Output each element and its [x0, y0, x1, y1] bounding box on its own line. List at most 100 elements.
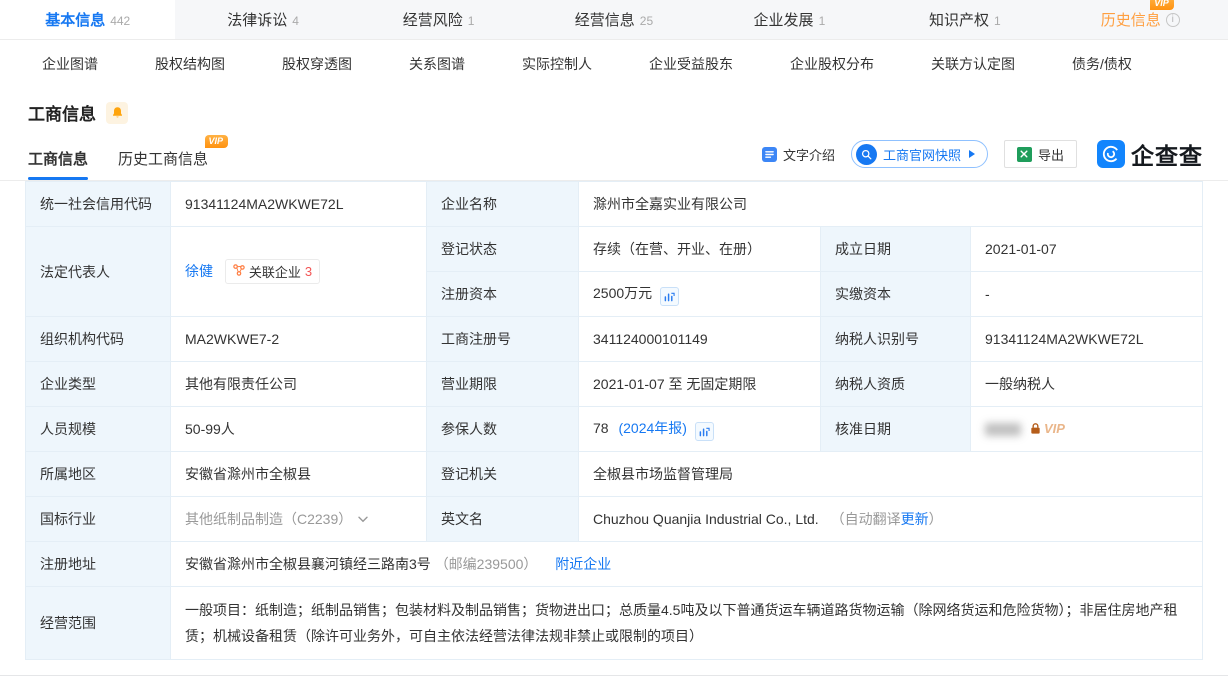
nav-beneficial-shareholder[interactable]: 企业受益股东 — [649, 54, 733, 74]
tab-legal-litigation[interactable]: 法律诉讼 4 — [175, 0, 350, 39]
blurred-value — [985, 422, 1021, 436]
field-value: 徐健 关联企业 3 — [170, 226, 427, 317]
field-label: 实缴资本 — [820, 271, 971, 317]
subtab-label: 历史工商信息 — [118, 151, 209, 168]
tab-operation-info[interactable]: 经营信息 25 — [526, 0, 701, 39]
field-value: 其他纸制品制造（C2239） — [170, 496, 427, 542]
tab-basic-info[interactable]: 基本信息 442 — [0, 0, 176, 39]
snapshot-magnifier-icon — [855, 143, 877, 165]
nav-equity-distribution[interactable]: 企业股权分布 — [790, 54, 874, 74]
table-row: 国标行业 其他纸制品制造（C2239） 英文名 Chuzhou Quanjia … — [25, 496, 1203, 542]
field-label: 经营范围 — [25, 586, 171, 660]
vip-badge: VIP — [1150, 0, 1174, 10]
bell-icon[interactable] — [106, 101, 128, 124]
related-companies-badge[interactable]: 关联企业 3 — [224, 259, 321, 284]
subtab-business-info[interactable]: 工商信息 — [28, 148, 89, 180]
tab-count: 1 — [818, 13, 826, 28]
field-label: 所属地区 — [25, 451, 171, 497]
table-row: 企业类型 其他有限责任公司 营业期限 2021-01-07 至 无固定期限 纳税… — [25, 361, 1203, 407]
field-value-locked[interactable]: VIP — [970, 406, 1203, 452]
official-snapshot-button[interactable]: 工商官网快照 — [850, 140, 988, 168]
table-row: 法定代表人 徐健 关联企业 3 登记状态 存续（在营、开业、在册） 成立日期 2… — [25, 226, 1203, 317]
graph-nav: 企业图谱 股权结构图 股权穿透图 关系图谱 实际控制人 企业受益股东 企业股权分… — [0, 40, 1228, 88]
field-value: 2021-01-07 至 无固定期限 — [578, 361, 821, 407]
tab-label: 法律诉讼 — [227, 12, 288, 29]
tab-label: 经营信息 — [574, 12, 635, 29]
tab-label: 知识产权 — [928, 12, 989, 29]
tab-count: 4 — [292, 13, 299, 28]
vip-locked-label: VIP — [1044, 421, 1065, 436]
export-button[interactable]: 导出 — [1003, 140, 1077, 168]
field-label: 成立日期 — [820, 226, 971, 272]
field-value: 存续（在营、开业、在册） — [578, 226, 821, 272]
table-row: 注册地址 安徽省滁州市全椒县襄河镇经三路南3号 （邮编239500） 附近企业 — [25, 541, 1203, 587]
field-value: 一般项目：纸制造；纸制品销售；包装材料及制品销售；货物进出口；总质量4.5吨及以… — [170, 586, 1203, 660]
related-count: 3 — [304, 264, 313, 279]
nav-relationship-graph[interactable]: 关系图谱 — [409, 54, 465, 74]
qichacha-logo: 企查查 — [1097, 137, 1203, 171]
field-label: 法定代表人 — [25, 226, 171, 317]
annual-report-link[interactable]: (2024年报) — [618, 420, 686, 436]
subtab-history-business-info[interactable]: VIP 历史工商信息 — [118, 135, 229, 180]
tab-count: 442 — [110, 13, 131, 28]
table-row: 统一社会信用代码 91341124MA2WKWE72L 企业名称 滁州市全嘉实业… — [25, 181, 1203, 227]
info-icon: i — [1165, 12, 1180, 27]
tab-history-info[interactable]: VIP 历史信息 i — [1053, 0, 1228, 39]
field-label: 注册地址 — [25, 541, 171, 587]
field-value: 78 (2024年报) — [578, 406, 821, 452]
field-value: 2021-01-07 — [970, 226, 1203, 272]
field-value: 2500万元 — [578, 271, 821, 317]
related-companies-icon — [233, 264, 245, 279]
tab-company-development[interactable]: 企业发展 1 — [702, 0, 877, 39]
nav-actual-controller[interactable]: 实际控制人 — [522, 54, 592, 74]
field-label: 统一社会信用代码 — [25, 181, 171, 227]
arrow-right-icon — [968, 150, 975, 158]
field-value: 滁州市全嘉实业有限公司 — [578, 181, 1203, 227]
tab-label: 基本信息 — [45, 12, 106, 29]
field-value: 其他有限责任公司 — [170, 361, 427, 407]
field-label: 纳税人识别号 — [820, 316, 971, 362]
tab-count: 25 — [639, 13, 654, 28]
tab-operation-risk[interactable]: 经营风险 1 — [351, 0, 526, 39]
field-value: 全椒县市场监督管理局 — [578, 451, 1203, 497]
field-label: 纳税人资质 — [820, 361, 971, 407]
field-label: 企业类型 — [25, 361, 171, 407]
field-value: 50-99人 — [170, 406, 427, 452]
legal-rep-link[interactable]: 徐健 — [185, 263, 213, 279]
nav-company-graph[interactable]: 企业图谱 — [42, 54, 98, 74]
table-row: 组织机构代码 MA2WKWE7-2 工商注册号 341124000101149 … — [25, 316, 1203, 362]
table-row: 所属地区 安徽省滁州市全椒县 登记机关 全椒县市场监督管理局 — [25, 451, 1203, 497]
field-label: 人员规模 — [25, 406, 171, 452]
qichacha-logo-icon — [1097, 140, 1125, 168]
subtab-label: 工商信息 — [28, 151, 89, 168]
tab-intellectual-property[interactable]: 知识产权 1 — [877, 0, 1052, 39]
field-label: 登记状态 — [426, 226, 579, 272]
field-value: 安徽省滁州市全椒县 — [170, 451, 427, 497]
table-row: 经营范围 一般项目：纸制造；纸制品销售；包装材料及制品销售；货物进出口；总质量4… — [25, 586, 1203, 660]
capital-trend-chart-icon[interactable] — [660, 286, 680, 306]
page-title: 工商信息 — [28, 105, 96, 124]
field-label: 注册资本 — [426, 271, 579, 317]
excel-icon — [1016, 146, 1032, 162]
tab-count: 1 — [467, 13, 475, 28]
tab-label: 历史信息 — [1100, 12, 1161, 29]
field-label: 登记机关 — [426, 451, 579, 497]
text-intro-icon — [761, 146, 777, 162]
field-label: 工商注册号 — [426, 316, 579, 362]
nearby-companies-link[interactable]: 附近企业 — [555, 556, 611, 572]
insured-trend-chart-icon[interactable] — [694, 421, 714, 441]
text-intro-button[interactable]: 文字介绍 — [761, 145, 835, 164]
field-label: 参保人数 — [426, 406, 579, 452]
field-value: 341124000101149 — [578, 316, 821, 362]
nav-debt-credit[interactable]: 债务/债权 — [1072, 54, 1132, 74]
translate-update-link[interactable]: 更新 — [901, 511, 929, 527]
nav-related-party-graph[interactable]: 关联方认定图 — [931, 54, 1015, 74]
field-label: 营业期限 — [426, 361, 579, 407]
nav-equity-penetration[interactable]: 股权穿透图 — [282, 54, 352, 74]
business-info-table: 统一社会信用代码 91341124MA2WKWE72L 企业名称 滁州市全嘉实业… — [25, 181, 1203, 660]
nav-equity-structure[interactable]: 股权结构图 — [155, 54, 225, 74]
chevron-down-icon[interactable] — [358, 510, 368, 526]
field-value: MA2WKWE7-2 — [170, 316, 427, 362]
field-value: 一般纳税人 — [970, 361, 1203, 407]
tab-label: 企业发展 — [753, 12, 814, 29]
